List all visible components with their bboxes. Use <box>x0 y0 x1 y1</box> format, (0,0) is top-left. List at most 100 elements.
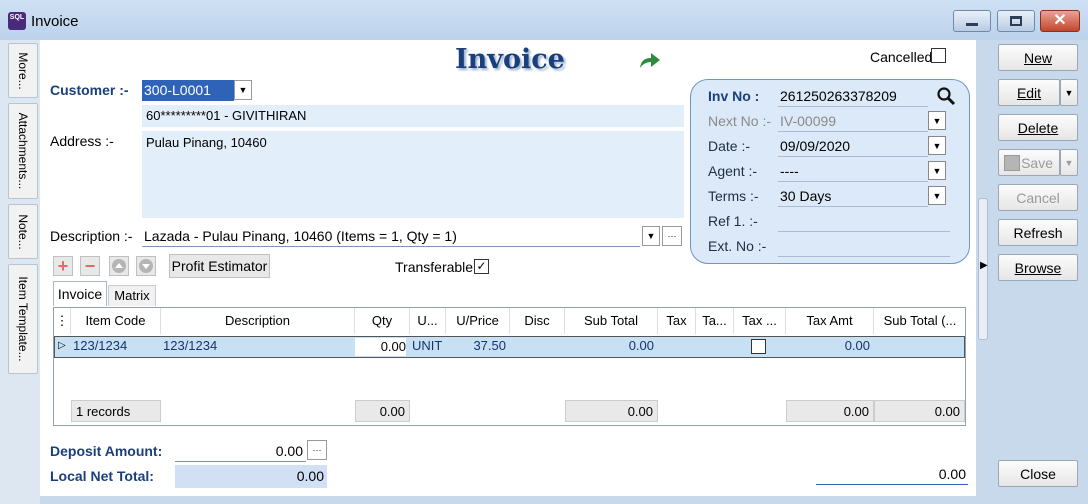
customer-code-input[interactable]: 300-L0001 <box>142 80 234 101</box>
deposit-more-button[interactable]: ··· <box>307 440 327 460</box>
deposit-input[interactable]: 0.00 <box>175 440 306 462</box>
agent-label: Agent :- <box>708 163 758 179</box>
column-header[interactable]: Sub Total (... <box>874 308 966 334</box>
column-header[interactable]: Tax ... <box>734 308 786 334</box>
transferable-checkbox[interactable]: ✓ <box>474 259 489 274</box>
column-header[interactable]: Ta... <box>696 308 734 334</box>
column-header[interactable]: Tax Amt <box>786 308 874 334</box>
date-input[interactable]: 09/09/2020 <box>778 135 928 157</box>
cell-tax-amt[interactable]: 0.00 <box>786 336 870 358</box>
app-icon: SQL <box>8 12 26 30</box>
edit-dropdown-button[interactable]: ▼ <box>1060 79 1078 106</box>
cell-sub-total-tax[interactable] <box>874 336 962 358</box>
chevron-down-icon: ▼ <box>1064 157 1074 168</box>
refresh-button[interactable]: Refresh <box>998 219 1078 246</box>
tab-more[interactable]: More... <box>8 43 38 98</box>
description-dropdown-button[interactable]: ▼ <box>642 226 660 246</box>
footer-qty: 0.00 <box>355 400 410 422</box>
column-header[interactable]: Description <box>161 308 355 334</box>
ext-no-input[interactable] <box>778 235 950 257</box>
local-net-total-value: 0.00 <box>175 465 327 488</box>
terms-dropdown[interactable]: ▼ <box>928 186 946 205</box>
tab-note-label: Note... <box>16 213 30 250</box>
plus-icon: + <box>57 255 69 276</box>
cell-tax-inclusive-checkbox[interactable] <box>751 339 766 354</box>
agent-input[interactable]: ---- <box>778 160 928 182</box>
ellipsis-icon: ··· <box>667 231 677 241</box>
ellipsis-icon: ··· <box>312 445 322 455</box>
customer-dropdown-button[interactable]: ▼ <box>234 80 252 100</box>
cancel-button[interactable]: Cancel <box>998 184 1078 211</box>
customer-name-field[interactable]: 60*********01 - GIVITHIRAN <box>142 105 684 127</box>
date-dropdown[interactable]: ▼ <box>928 136 946 155</box>
save-button[interactable]: Save <box>998 149 1060 176</box>
cell-sub-total[interactable]: 0.00 <box>565 336 654 358</box>
row-pointer-icon: ▷ <box>58 340 66 351</box>
tab-attachments-label: Attachments... <box>16 112 30 190</box>
tab-more-label: More... <box>16 51 30 90</box>
cell-tax-rate[interactable] <box>696 336 732 358</box>
maximize-icon <box>1010 16 1022 26</box>
date-label: Date :- <box>708 138 751 154</box>
arrow-down-icon <box>139 259 153 273</box>
address-textarea[interactable]: Pulau Pinang, 10460 <box>142 131 684 218</box>
cell-item-code[interactable]: 123/1234 <box>73 336 161 358</box>
move-down-button[interactable] <box>136 256 156 276</box>
transferable-label: Transferable <box>395 259 474 275</box>
column-header[interactable]: U/Price <box>446 308 510 334</box>
cell-description[interactable]: 123/1234 <box>163 336 355 358</box>
tab-item-template-label: Item Template... <box>16 276 30 362</box>
maximize-button[interactable] <box>997 10 1035 32</box>
inv-no-input[interactable]: 261250263378209 <box>778 85 928 107</box>
column-header[interactable]: Item Code <box>71 308 161 334</box>
save-dropdown-button[interactable]: ▼ <box>1060 149 1078 176</box>
terms-input[interactable]: 30 Days <box>778 185 928 207</box>
grid-row-indicator-header[interactable]: ⋮ <box>54 308 71 334</box>
cell-disc[interactable] <box>510 336 562 358</box>
window-title: Invoice <box>31 13 79 30</box>
footer-records: 1 records <box>71 400 161 422</box>
next-no-dropdown[interactable]: ▼ <box>928 111 946 130</box>
search-icon[interactable] <box>936 86 956 106</box>
address-label: Address :- <box>50 133 114 149</box>
close-button[interactable]: Close <box>998 460 1078 487</box>
move-up-button[interactable] <box>109 256 129 276</box>
agent-dropdown[interactable]: ▼ <box>928 161 946 180</box>
cancelled-checkbox[interactable] <box>931 48 946 63</box>
tab-matrix[interactable]: Matrix <box>108 285 156 306</box>
description-input[interactable]: Lazada - Pulau Pinang, 10460 (Items = 1,… <box>142 225 640 247</box>
column-header[interactable]: Qty <box>355 308 410 334</box>
tab-note[interactable]: Note... <box>8 204 38 259</box>
add-row-button[interactable]: + <box>53 256 73 276</box>
ref1-input[interactable] <box>778 210 950 232</box>
cell-unit-price[interactable]: 37.50 <box>446 336 506 358</box>
column-header[interactable]: Sub Total <box>565 308 658 334</box>
terms-label: Terms :- <box>708 188 759 204</box>
column-header[interactable]: Tax <box>658 308 696 334</box>
delete-row-button[interactable]: − <box>80 256 100 276</box>
share-forward-icon[interactable] <box>638 50 662 70</box>
edit-button[interactable]: Edit <box>998 79 1060 106</box>
minimize-button[interactable] <box>953 10 991 32</box>
column-header[interactable]: Disc <box>510 308 565 334</box>
cell-tax[interactable] <box>658 336 694 358</box>
chevron-down-icon: ▼ <box>932 115 942 126</box>
delete-button[interactable]: Delete <box>998 114 1078 141</box>
browse-button[interactable]: Browse <box>998 254 1078 281</box>
cell-qty[interactable]: 0.00 <box>355 338 406 356</box>
tab-attachments[interactable]: Attachments... <box>8 103 38 199</box>
chevron-down-icon: ▼ <box>1064 87 1074 98</box>
cell-uom[interactable]: UNIT <box>412 336 446 358</box>
next-no-input[interactable]: IV-00099 <box>778 110 928 132</box>
description-more-button[interactable]: ··· <box>662 226 682 246</box>
arrow-up-icon <box>112 259 126 273</box>
column-header[interactable]: U... <box>410 308 446 334</box>
tab-invoice[interactable]: Invoice <box>53 281 107 306</box>
expand-arrow-icon[interactable]: ▶ <box>980 260 988 271</box>
profit-estimator-button[interactable]: Profit Estimator <box>169 254 270 278</box>
new-button[interactable]: New <box>998 44 1078 71</box>
close-window-button[interactable]: ✕ <box>1040 10 1080 32</box>
deposit-label: Deposit Amount: <box>50 443 163 459</box>
chevron-down-icon: ▼ <box>932 140 942 151</box>
tab-item-template[interactable]: Item Template... <box>8 264 38 374</box>
